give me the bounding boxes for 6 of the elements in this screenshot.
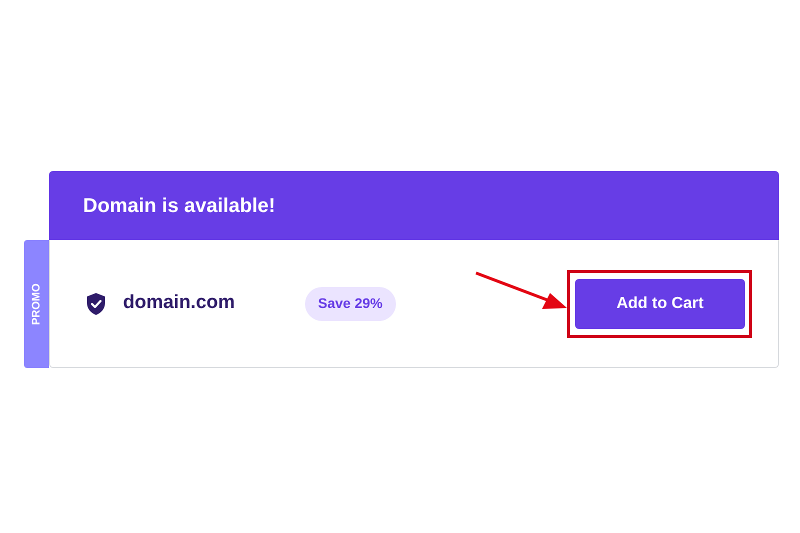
header-title: Domain is available! bbox=[83, 194, 276, 218]
domain-name: domain.com bbox=[123, 291, 236, 316]
add-to-cart-button[interactable]: Add to Cart bbox=[575, 278, 745, 328]
shield-check-icon bbox=[86, 292, 106, 316]
promo-label: PROMO bbox=[29, 283, 44, 325]
discount-badge: Save 29% bbox=[305, 286, 396, 320]
